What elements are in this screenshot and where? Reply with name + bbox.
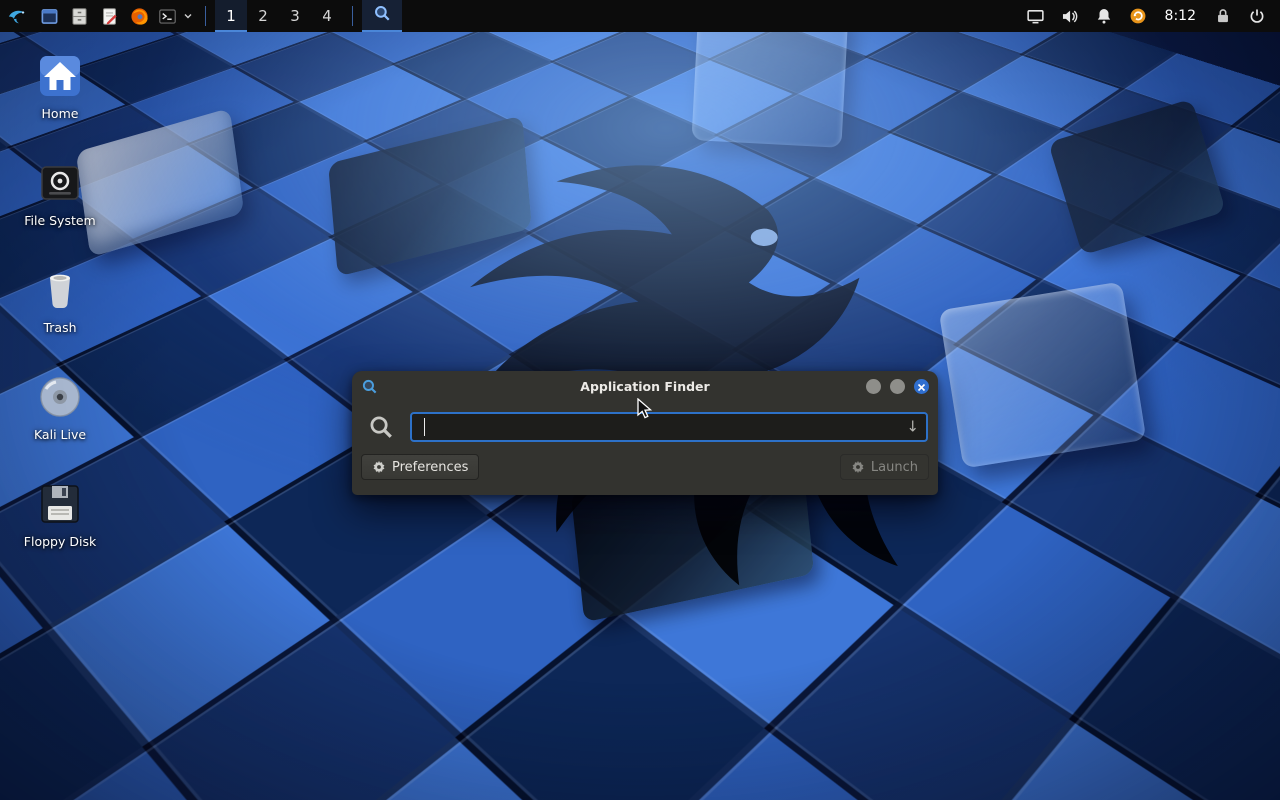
workspace-button-3[interactable]: 3: [279, 0, 311, 32]
app-finder-icon: [361, 378, 378, 395]
kali-menu-button[interactable]: [0, 0, 34, 32]
button-row: Preferences Launch: [352, 442, 938, 480]
close-button[interactable]: [914, 379, 929, 394]
text-editor-icon: [100, 7, 119, 26]
desktop-icon-label: Kali Live: [34, 427, 86, 442]
desktop-icon-kali-live[interactable]: Kali Live: [12, 373, 108, 465]
app-shortcut-firefox[interactable]: [124, 0, 154, 32]
floppy-icon: [36, 480, 84, 528]
mouse-cursor: [636, 398, 656, 420]
dropdown-arrow-icon[interactable]: ↓: [906, 420, 919, 435]
window-controls: [866, 379, 929, 394]
chevron-down-icon: [183, 11, 193, 21]
gear-icon: [372, 460, 386, 474]
terminal-icon: [158, 7, 177, 26]
panel-left: 1 2 3 4: [0, 0, 402, 32]
desktop-icon-home[interactable]: Home: [12, 52, 108, 144]
close-icon: [917, 377, 926, 396]
lock-button[interactable]: [1208, 0, 1238, 32]
magnifier-icon: [373, 4, 391, 26]
bell-icon: [1095, 7, 1113, 25]
top-panel: 1 2 3 4: [0, 0, 1280, 32]
workspace-button-2[interactable]: 2: [247, 0, 279, 32]
cd-icon: [36, 373, 84, 421]
preferences-button[interactable]: Preferences: [361, 454, 479, 480]
panel-separator: [205, 6, 206, 26]
window-icon: [40, 7, 59, 26]
kali-logo-icon: [7, 6, 27, 26]
power-icon: [1248, 7, 1266, 25]
maximize-button[interactable]: [890, 379, 905, 394]
clock-text: 8:12: [1165, 8, 1196, 24]
desktop-icon-label: Home: [42, 106, 79, 121]
window-title: Application Finder: [352, 379, 938, 394]
workspace-button-1[interactable]: 1: [215, 0, 247, 32]
minimize-button[interactable]: [866, 379, 881, 394]
speaker-icon: [1060, 7, 1079, 26]
desktop-icon-label: Floppy Disk: [24, 534, 96, 549]
power-button[interactable]: [1242, 0, 1272, 32]
firefox-icon: [130, 7, 149, 26]
home-icon: [36, 52, 84, 100]
desktop-icon-column: Home File System Trash: [12, 52, 108, 587]
app-shortcut-window[interactable]: [34, 0, 64, 32]
notifications-button[interactable]: [1089, 0, 1119, 32]
lock-icon: [1214, 7, 1232, 25]
display-button[interactable]: [1021, 0, 1051, 32]
application-finder-window: Application Finder ↓: [352, 371, 938, 495]
search-icon: [368, 414, 394, 440]
panel-clock[interactable]: 8:12: [1157, 0, 1204, 32]
desktop-icon-file-system[interactable]: File System: [12, 159, 108, 251]
launch-button[interactable]: Launch: [840, 454, 929, 480]
search-combo: ↓: [410, 412, 928, 442]
display-icon: [1026, 7, 1045, 26]
titlebar[interactable]: Application Finder: [352, 371, 938, 401]
update-status-icon: [1129, 7, 1147, 25]
status-button[interactable]: [1123, 0, 1153, 32]
workspace-label: 4: [322, 7, 332, 25]
taskbar-application-finder-button[interactable]: [362, 0, 402, 32]
desktop-icon-floppy-disk[interactable]: Floppy Disk: [12, 480, 108, 572]
filesystem-icon: [36, 159, 84, 207]
panel-separator: [352, 6, 353, 26]
desktop-icon-label: File System: [24, 213, 96, 228]
terminal-dropdown-button[interactable]: [180, 0, 196, 32]
app-shortcut-files[interactable]: [64, 0, 94, 32]
panel-right: 8:12: [1021, 0, 1280, 32]
desktop-icon-trash[interactable]: Trash: [12, 266, 108, 358]
workspace-button-4[interactable]: 4: [311, 0, 343, 32]
trash-icon: [36, 266, 84, 314]
workspace-label: 2: [258, 7, 268, 25]
search-input[interactable]: [412, 414, 926, 440]
file-cabinet-icon: [70, 7, 89, 26]
workspace-label: 1: [226, 7, 236, 25]
app-shortcut-editor[interactable]: [94, 0, 124, 32]
desktop-icon-label: Trash: [43, 320, 76, 335]
volume-button[interactable]: [1055, 0, 1085, 32]
app-shortcut-terminal[interactable]: [154, 0, 180, 32]
launch-label: Launch: [871, 460, 918, 475]
workspace-label: 3: [290, 7, 300, 25]
launch-icon: [851, 460, 865, 474]
preferences-label: Preferences: [392, 460, 468, 475]
text-caret: [424, 418, 425, 436]
